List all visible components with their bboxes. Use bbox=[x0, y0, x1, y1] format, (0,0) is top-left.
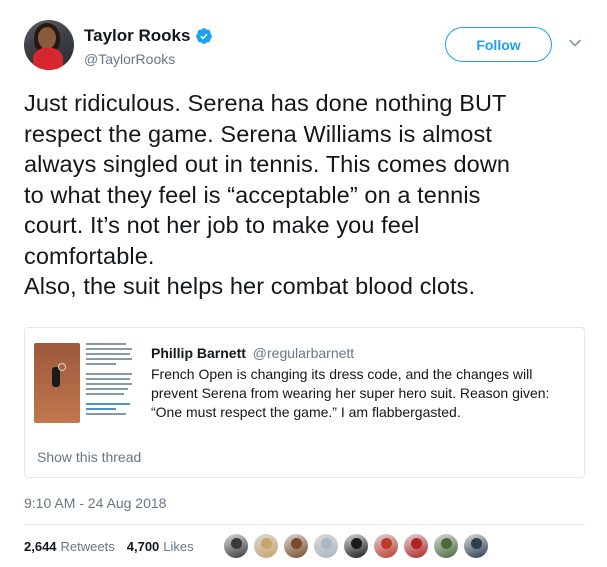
author-display-name[interactable]: Taylor Rooks bbox=[84, 26, 190, 46]
quoted-tweet-image[interactable] bbox=[26, 329, 138, 441]
liker-avatar[interactable] bbox=[463, 533, 489, 559]
liker-avatar[interactable] bbox=[283, 533, 309, 559]
tweet-header: Taylor Rooks @TaylorRooks Follow bbox=[24, 20, 584, 72]
tennis-court-thumbnail bbox=[34, 343, 80, 423]
liker-avatar-head bbox=[351, 538, 362, 549]
tweet-timestamp[interactable]: 9:10 AM - 24 Aug 2018 bbox=[24, 495, 166, 511]
quoted-author-name: Phillip Barnett bbox=[151, 345, 246, 361]
article-text-thumbnail bbox=[86, 343, 134, 418]
tweet-line: Also, the suit helps her combat blood cl… bbox=[24, 273, 476, 299]
liker-avatar-head bbox=[441, 538, 452, 549]
tweet-text: Just ridiculous. Serena has done nothing… bbox=[24, 88, 590, 302]
name-row: Taylor Rooks bbox=[84, 26, 213, 46]
liker-avatar-head bbox=[291, 538, 302, 549]
liker-avatar[interactable] bbox=[253, 533, 279, 559]
liker-avatar[interactable] bbox=[223, 533, 249, 559]
likes-count: 4,700 bbox=[126, 539, 160, 554]
liker-avatar-head bbox=[231, 538, 242, 549]
liker-avatar-head bbox=[261, 538, 272, 549]
liker-avatar[interactable] bbox=[313, 533, 339, 559]
quoted-tweet[interactable]: Phillip Barnett @regularbarnett French O… bbox=[24, 327, 585, 478]
tweet-line: always singled out in tennis. This comes… bbox=[24, 151, 511, 177]
liker-avatar[interactable] bbox=[433, 533, 459, 559]
avatar-face bbox=[38, 27, 56, 49]
retweets-stat[interactable]: 2,644 Retweets bbox=[24, 539, 127, 554]
liker-avatar-head bbox=[411, 538, 422, 549]
tweet-line: Just ridiculous. Serena has done nothing… bbox=[24, 90, 507, 116]
liker-avatar-head bbox=[381, 538, 392, 549]
quoted-tweet-text: French Open is changing its dress code, … bbox=[151, 366, 550, 420]
follow-button[interactable]: Follow bbox=[445, 27, 552, 62]
likes-stat[interactable]: 4,700 Likes bbox=[127, 539, 206, 554]
retweets-count: 2,644 bbox=[24, 539, 57, 554]
liker-avatar-head bbox=[321, 538, 332, 549]
liker-avatar[interactable] bbox=[343, 533, 369, 559]
retweets-label: Retweets bbox=[60, 539, 115, 554]
chevron-down-icon[interactable] bbox=[568, 36, 582, 50]
tweet-line: to what they feel is “acceptable” on a t… bbox=[24, 181, 481, 208]
avatar[interactable] bbox=[24, 20, 74, 70]
racket-shape bbox=[58, 363, 66, 371]
likes-label: Likes bbox=[163, 539, 194, 554]
tweet-stats: 2,644 Retweets 4,700 Likes bbox=[24, 539, 206, 554]
likers-avatars bbox=[223, 533, 493, 561]
tweet-line: comfortable. bbox=[24, 242, 155, 269]
author-handle[interactable]: @TaylorRooks bbox=[84, 51, 175, 67]
liker-avatar[interactable] bbox=[403, 533, 429, 559]
quoted-author-handle: @regularbarnett bbox=[252, 345, 355, 361]
tweet-line: respect the game. Serena Williams is alm… bbox=[24, 120, 492, 147]
verified-badge-icon bbox=[196, 28, 213, 44]
avatar-dress bbox=[33, 48, 63, 70]
divider bbox=[24, 524, 585, 525]
liker-avatar[interactable] bbox=[373, 533, 399, 559]
tweet-line: court. It’s not her job to make you feel bbox=[24, 212, 420, 238]
show-thread-link[interactable]: Show this thread bbox=[37, 449, 141, 465]
liker-avatar-head bbox=[471, 538, 482, 549]
quoted-author[interactable]: Phillip Barnett @regularbarnett bbox=[151, 345, 354, 361]
